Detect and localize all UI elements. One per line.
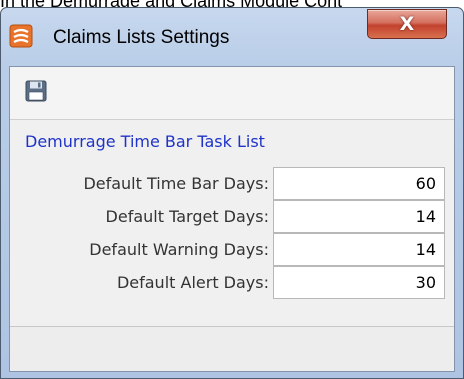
warning-days-label: Default Warning Days: [89, 240, 269, 259]
close-icon: X [399, 13, 415, 35]
status-bar [10, 326, 454, 371]
settings-panel: Demurrage Time Bar Task List Default Tim… [9, 66, 455, 372]
target-days-label: Default Target Days: [105, 207, 269, 226]
alert-days-label: Default Alert Days: [116, 273, 269, 292]
close-button[interactable]: X [367, 9, 447, 39]
toolbar [10, 67, 454, 120]
claims-app-icon [9, 24, 33, 48]
alert-days-row: Default Alert Days: [10, 266, 454, 299]
alert-days-input[interactable] [273, 266, 445, 299]
window-title: Claims Lists Settings [53, 27, 230, 48]
save-icon[interactable] [25, 80, 47, 102]
warning-days-row: Default Warning Days: [10, 233, 454, 266]
section-title: Demurrage Time Bar Task List [25, 132, 265, 151]
time-bar-days-input[interactable] [273, 167, 445, 200]
warning-days-input[interactable] [273, 233, 445, 266]
title-bar[interactable]: Claims Lists Settings X [1, 8, 463, 60]
time-bar-days-row: Default Time Bar Days: [10, 167, 454, 200]
target-days-input[interactable] [273, 200, 445, 233]
target-days-row: Default Target Days: [10, 200, 454, 233]
dialog-window: Claims Lists Settings X Demurrage Time B… [0, 7, 464, 379]
time-bar-days-label: Default Time Bar Days: [83, 174, 269, 193]
